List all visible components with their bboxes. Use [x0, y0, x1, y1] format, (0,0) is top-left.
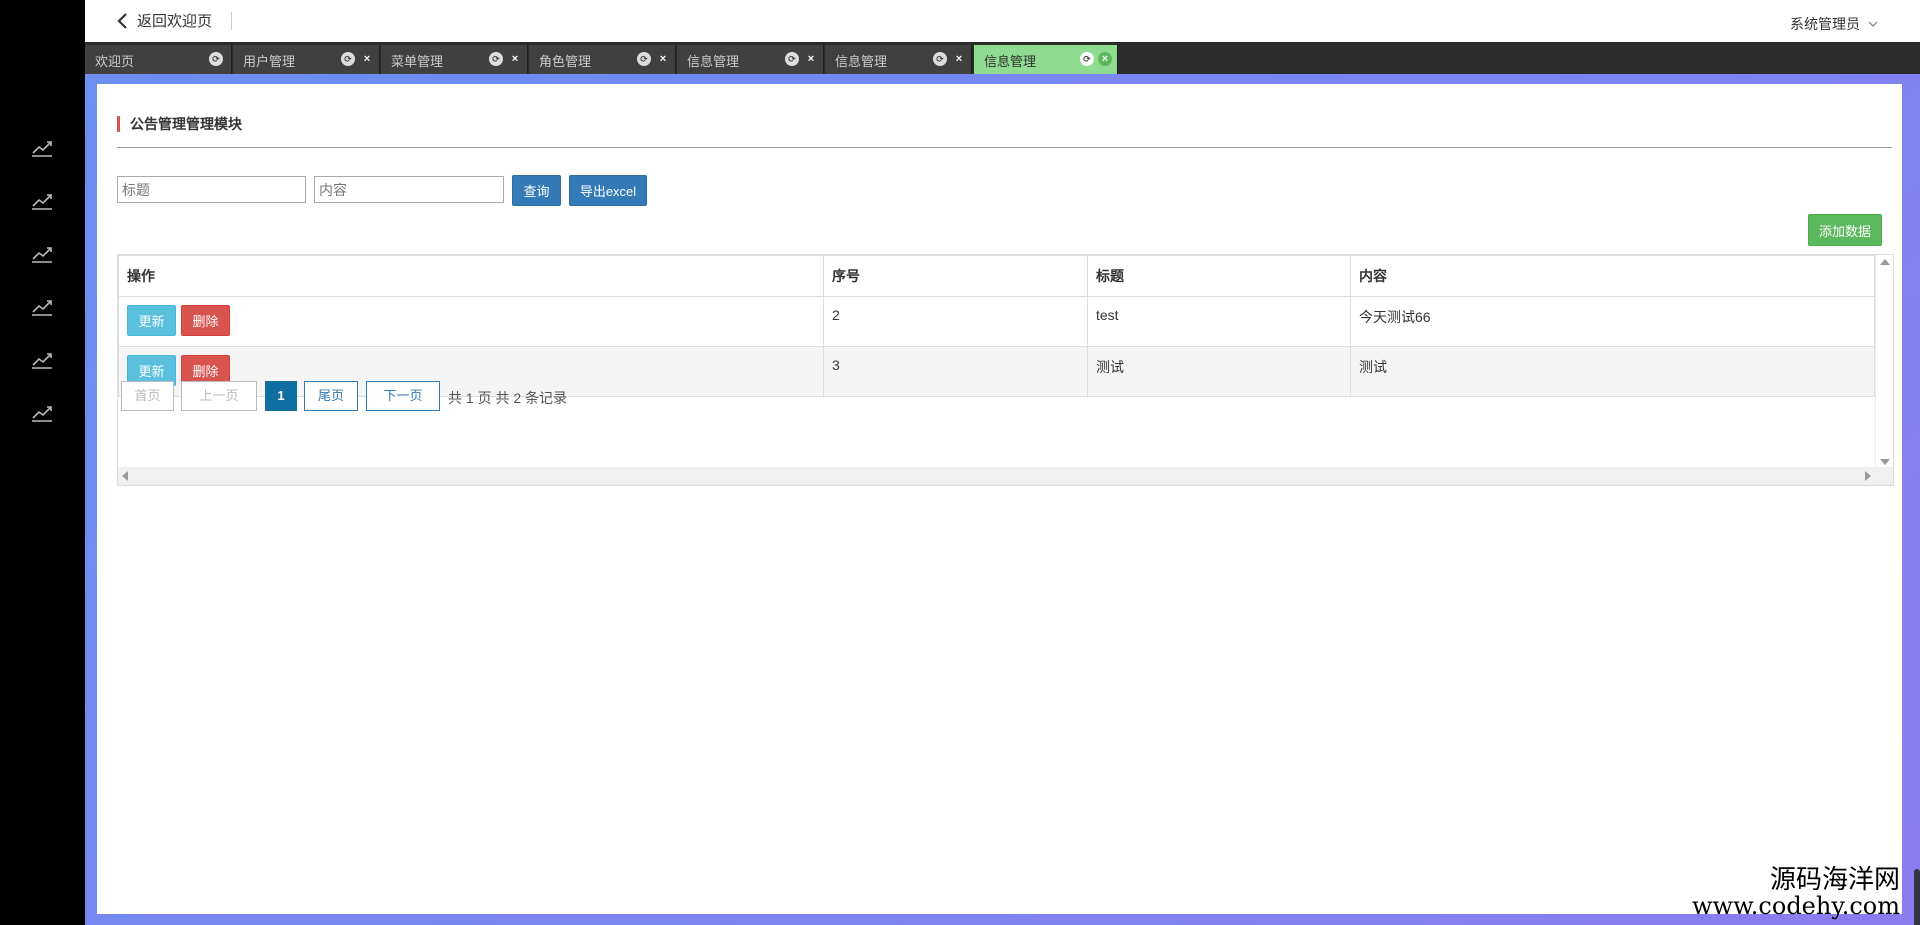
add-data-button[interactable]: 添加数据: [1808, 214, 1882, 246]
tab-info-management-2[interactable]: 信息管理 ⟳ ×: [825, 45, 972, 74]
chart-line-icon[interactable]: [30, 295, 54, 319]
current-page-button[interactable]: 1: [265, 381, 297, 411]
scroll-down-icon[interactable]: [1880, 459, 1890, 465]
tab-label: 信息管理: [984, 54, 1037, 69]
header-divider: [231, 12, 232, 30]
chart-line-icon[interactable]: [30, 242, 54, 266]
page-scrollbar[interactable]: [1914, 869, 1920, 925]
update-button[interactable]: 更新: [127, 305, 176, 336]
tab-label: 菜单管理: [391, 54, 444, 69]
refresh-icon[interactable]: ⟳: [1080, 52, 1094, 66]
refresh-icon[interactable]: ⟳: [341, 52, 355, 66]
chart-line-icon[interactable]: [30, 136, 54, 160]
prev-page-button[interactable]: 上一页: [181, 381, 257, 411]
column-header-content: 内容: [1350, 255, 1875, 297]
close-icon[interactable]: ×: [1098, 52, 1112, 66]
vertical-scrollbar[interactable]: [1875, 255, 1893, 469]
tab-label: 信息管理: [835, 54, 888, 69]
data-table: 操作 序号 标题 内容 更新 删除 2 test 今天测试66 更新 删除 3 …: [118, 255, 1875, 397]
tab-role-management[interactable]: 角色管理 ⟳ ×: [529, 45, 676, 74]
tab-menu-management[interactable]: 菜单管理 ⟳ ×: [381, 45, 528, 74]
content-cell: 测试: [1350, 346, 1875, 397]
scroll-up-icon[interactable]: [1880, 259, 1890, 265]
title-divider: [117, 147, 1892, 148]
sidebar: [0, 0, 85, 925]
refresh-icon[interactable]: ⟳: [933, 52, 947, 66]
close-icon[interactable]: ×: [804, 52, 818, 66]
top-header: 返回欢迎页 系统管理员: [85, 0, 1920, 42]
content-cell: 今天测试66: [1350, 296, 1875, 347]
back-to-welcome-link[interactable]: 返回欢迎页: [115, 10, 212, 31]
close-icon[interactable]: ×: [656, 52, 670, 66]
pagination-info: 共 1 页 共 2 条记录: [448, 390, 568, 406]
refresh-icon[interactable]: ⟳: [785, 52, 799, 66]
first-page-button[interactable]: 首页: [121, 381, 174, 411]
user-menu[interactable]: 系统管理员: [1790, 14, 1878, 34]
close-icon[interactable]: ×: [508, 52, 522, 66]
watermark: 源码海洋网 www.codehy.com: [1692, 864, 1900, 920]
column-header-actions: 操作: [118, 255, 824, 297]
watermark-name: 源码海洋网: [1769, 864, 1900, 895]
section-title: 公告管理管理模块: [117, 116, 242, 132]
content-frame: 公告管理管理模块 查询 导出excel 添加数据 操作 序号 标题 内容: [85, 74, 1920, 925]
tab-info-management-1[interactable]: 信息管理 ⟳ ×: [677, 45, 824, 74]
tab-strip: 欢迎页 ⟳ 用户管理 ⟳ × 菜单管理 ⟳ × 角色管理 ⟳ × 信息管理 ⟳ …: [85, 42, 1920, 74]
query-button[interactable]: 查询: [512, 175, 561, 206]
refresh-icon[interactable]: ⟳: [209, 52, 223, 66]
column-header-title: 标题: [1087, 255, 1351, 297]
back-label: 返回欢迎页: [137, 13, 213, 30]
tab-label: 角色管理: [539, 54, 592, 69]
content-panel: 公告管理管理模块 查询 导出excel 添加数据 操作 序号 标题 内容: [97, 84, 1902, 914]
close-icon[interactable]: ×: [360, 52, 374, 66]
chart-line-icon[interactable]: [30, 401, 54, 425]
title-search-input[interactable]: [117, 176, 306, 203]
table-header-row: 操作 序号 标题 内容: [118, 255, 1875, 297]
chart-line-icon[interactable]: [30, 189, 54, 213]
column-header-id: 序号: [823, 255, 1088, 297]
next-page-button[interactable]: 下一页: [366, 381, 440, 411]
tab-label: 欢迎页: [95, 54, 135, 69]
delete-button[interactable]: 删除: [181, 305, 230, 336]
user-name: 系统管理员: [1790, 16, 1860, 32]
title-cell: 测试: [1087, 346, 1351, 397]
export-excel-button[interactable]: 导出excel: [569, 175, 647, 206]
horizontal-scrollbar[interactable]: [118, 467, 1893, 485]
refresh-icon[interactable]: ⟳: [489, 52, 503, 66]
chevron-left-icon: [117, 12, 127, 29]
scroll-left-icon[interactable]: [122, 471, 128, 481]
refresh-icon[interactable]: ⟳: [637, 52, 651, 66]
last-page-button[interactable]: 尾页: [304, 381, 358, 411]
tab-user-management[interactable]: 用户管理 ⟳ ×: [233, 45, 380, 74]
content-search-input[interactable]: [314, 176, 504, 203]
title-cell: test: [1087, 296, 1351, 347]
tab-label: 信息管理: [687, 54, 740, 69]
id-cell: 2: [823, 296, 1088, 347]
tab-welcome[interactable]: 欢迎页 ⟳: [85, 45, 232, 74]
tab-label: 用户管理: [243, 54, 296, 69]
actions-cell: 更新 删除: [118, 296, 824, 347]
data-table-container: 操作 序号 标题 内容 更新 删除 2 test 今天测试66 更新 删除 3 …: [117, 254, 1894, 486]
table-row: 更新 删除 2 test 今天测试66: [118, 296, 1875, 347]
watermark-url: www.codehy.com: [1692, 891, 1900, 920]
tab-info-management-3[interactable]: 信息管理 ⟳ ×: [974, 45, 1118, 74]
scroll-right-icon[interactable]: [1865, 471, 1871, 481]
id-cell: 3: [823, 346, 1088, 397]
close-icon[interactable]: ×: [952, 52, 966, 66]
chart-line-icon[interactable]: [30, 348, 54, 372]
chevron-down-icon: [1868, 21, 1878, 27]
